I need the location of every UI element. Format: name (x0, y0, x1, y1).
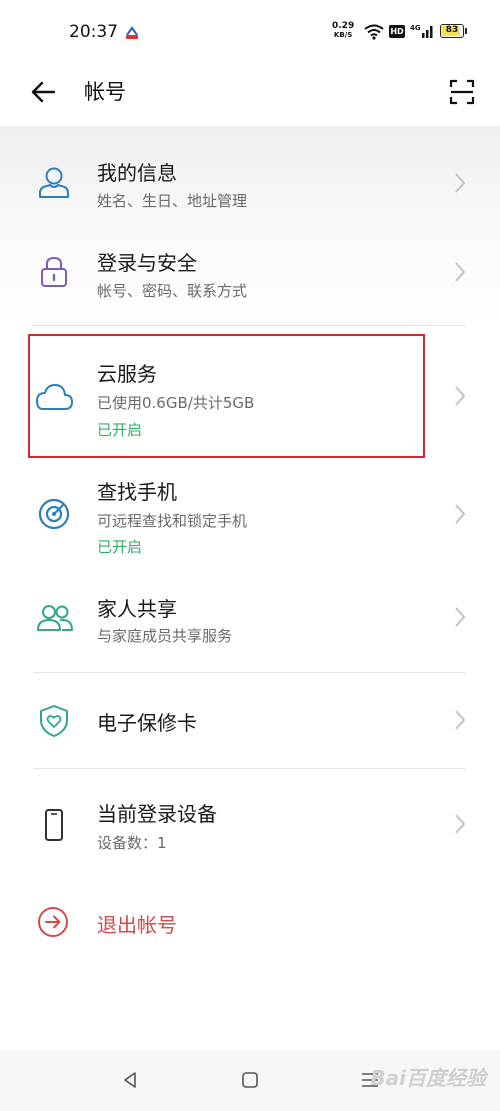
battery-level: 83 (445, 25, 459, 35)
page-title: 帐号 (84, 80, 126, 104)
menu-item-title: 查找手机 (97, 480, 177, 504)
logout-button[interactable]: 退出帐号 (0, 893, 500, 953)
menu-item-subtitle: 设备数：1 (97, 834, 167, 852)
status-bar: 20:37 0.29 KB/S HD 4G 83 (0, 0, 500, 62)
user-icon (39, 167, 69, 198)
chevron-right-icon (455, 262, 466, 282)
hd-voice-icon: HD (389, 25, 405, 38)
status-time: 20:37 (69, 22, 118, 42)
app-notification-icon (126, 26, 138, 39)
chevron-right-icon (455, 814, 466, 834)
menu-item-subtitle: 帐号、密码、联系方式 (97, 282, 248, 300)
chevron-right-icon (455, 607, 466, 627)
battery-icon: 83 (440, 24, 464, 38)
app-header: 帐号 (0, 62, 500, 126)
wifi-icon (364, 24, 384, 40)
menu-item-subtitle: 与家庭成员共享服务 (97, 627, 233, 645)
menu-item-title: 电子保修卡 (97, 711, 197, 735)
highlight-box (28, 334, 425, 458)
logout-label: 退出帐号 (97, 913, 177, 937)
menu-item-title: 当前登录设备 (97, 802, 217, 826)
menu-item-find-phone[interactable]: 查找手机 可远程查找和锁定手机 已开启 (0, 460, 500, 570)
nav-home-icon[interactable] (238, 1068, 262, 1092)
scan-icon[interactable] (446, 76, 478, 108)
svg-text:4G: 4G (410, 24, 421, 32)
watermark: Bai百度经验 (370, 1066, 486, 1090)
nav-back-icon[interactable] (118, 1068, 142, 1092)
menu-item-family-sharing[interactable]: 家人共享 与家庭成员共享服务 (0, 580, 500, 660)
chevron-right-icon (455, 173, 466, 193)
family-icon (37, 605, 73, 631)
menu-item-title: 家人共享 (97, 597, 177, 621)
menu-item-my-info[interactable]: 我的信息 姓名、生日、地址管理 (0, 140, 500, 220)
menu-item-title: 我的信息 (97, 161, 177, 185)
network-speed: 0.29 KB/S (332, 21, 355, 40)
back-arrow-icon[interactable] (28, 76, 60, 108)
phone-icon (45, 809, 63, 841)
chevron-right-icon (455, 386, 466, 406)
menu-item-logged-devices[interactable]: 当前登录设备 设备数：1 (0, 785, 500, 865)
menu-item-title: 登录与安全 (97, 251, 197, 275)
signal-icon: 4G (410, 24, 433, 38)
shield-heart-icon (40, 705, 68, 737)
menu-item-status: 已开启 (97, 538, 143, 556)
logout-icon (38, 907, 68, 937)
chevron-right-icon (455, 504, 466, 524)
lock-icon (41, 256, 67, 287)
menu-item-login-security[interactable]: 登录与安全 帐号、密码、联系方式 (0, 232, 500, 312)
find-phone-icon (38, 498, 70, 530)
section-divider (33, 325, 466, 326)
menu-item-subtitle: 可远程查找和锁定手机 (97, 512, 248, 530)
chevron-right-icon (455, 710, 466, 730)
menu-item-warranty-card[interactable]: 电子保修卡 (0, 685, 500, 757)
section-divider (33, 672, 466, 673)
section-divider (33, 768, 466, 769)
menu-item-subtitle: 姓名、生日、地址管理 (97, 192, 248, 210)
